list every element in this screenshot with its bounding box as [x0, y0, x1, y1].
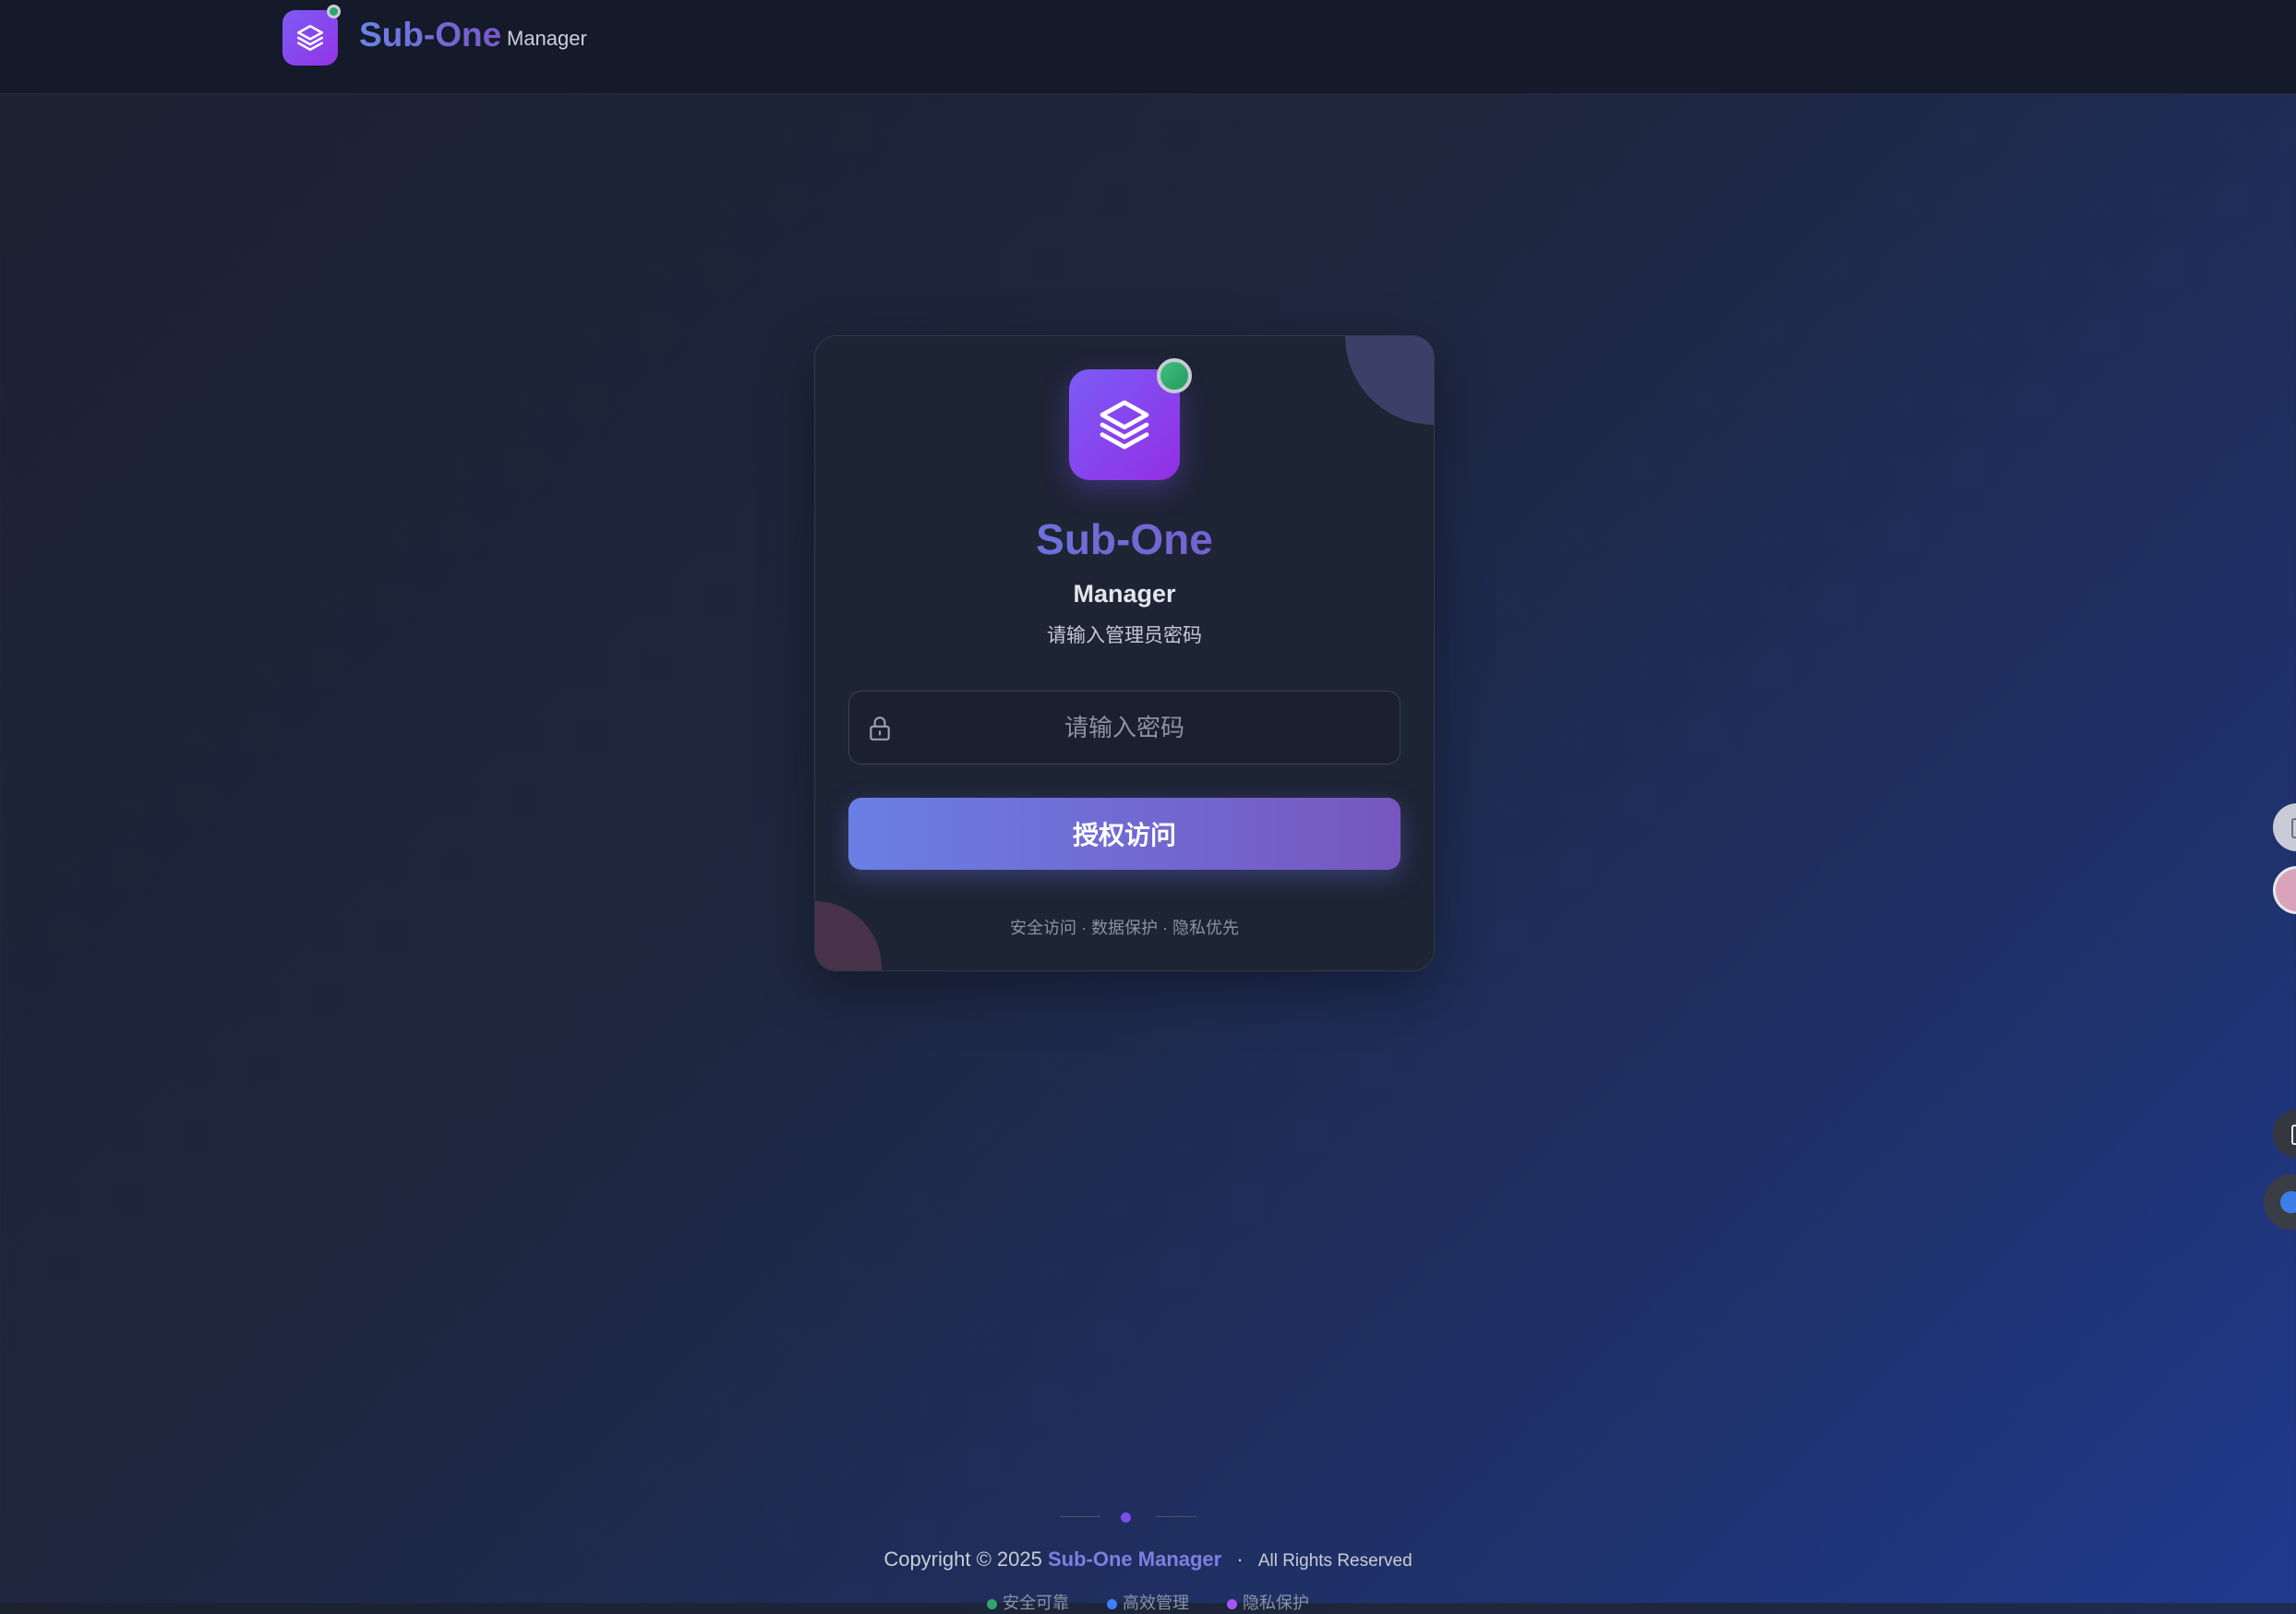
- side-copy-button[interactable]: [2273, 1110, 2296, 1158]
- copyright-rights: All Rights Reserved: [1257, 1551, 1412, 1571]
- authorize-button[interactable]: 授权访问: [848, 798, 1400, 870]
- feature-item: 安全可靠: [986, 1594, 1074, 1612]
- side-widget-button[interactable]: [2273, 803, 2296, 851]
- login-card: Sub-One Manager 请输入管理员密码 授权访问 安全访问 · 数据保…: [814, 335, 1435, 971]
- app-subtitle: Manager: [507, 27, 587, 50]
- feature-dot: [986, 1598, 997, 1609]
- feature-item: 隐私保护: [1227, 1594, 1309, 1612]
- login-hint: 请输入管理员密码: [1047, 625, 1202, 646]
- app-name[interactable]: Sub-One: [359, 16, 501, 54]
- copyright-separator: ·: [1236, 1548, 1244, 1571]
- copyright-prefix: Copyright © 2025: [884, 1548, 1042, 1571]
- feature-dot: [1107, 1598, 1117, 1609]
- pager-dot-active: [1121, 1512, 1131, 1523]
- lock-icon: [870, 717, 890, 741]
- copyright-brand[interactable]: Sub-One Manager: [1048, 1548, 1221, 1571]
- side-globe-button[interactable]: [2264, 1174, 2296, 1230]
- online-status-dot: [1157, 358, 1192, 393]
- copyright: Copyright © 2025 Sub-One Manager · All R…: [0, 1548, 2296, 1572]
- feature-item: 高效管理: [1107, 1594, 1194, 1612]
- password-input[interactable]: [849, 692, 1400, 764]
- page-indicator: [1052, 1511, 1200, 1524]
- side-avatar-button[interactable]: [2273, 866, 2296, 914]
- card-footer-text: 安全访问 · 数据保护 · 隐私优先: [1010, 919, 1239, 937]
- feature-list: 安全可靠 高效管理 隐私保护: [0, 1590, 2296, 1614]
- login-subtitle: Manager: [1073, 580, 1176, 608]
- online-status-dot: [327, 5, 341, 18]
- top-bar: Sub-One Manager: [0, 0, 2296, 94]
- password-field[interactable]: [848, 691, 1400, 765]
- app-logo-icon[interactable]: [282, 10, 338, 66]
- card-decoration-top-right: [1345, 336, 1434, 425]
- pager-line: [1156, 1516, 1196, 1517]
- login-title: Sub-One: [815, 514, 1434, 564]
- pager-line: [1060, 1516, 1100, 1517]
- feature-dot: [1227, 1598, 1238, 1609]
